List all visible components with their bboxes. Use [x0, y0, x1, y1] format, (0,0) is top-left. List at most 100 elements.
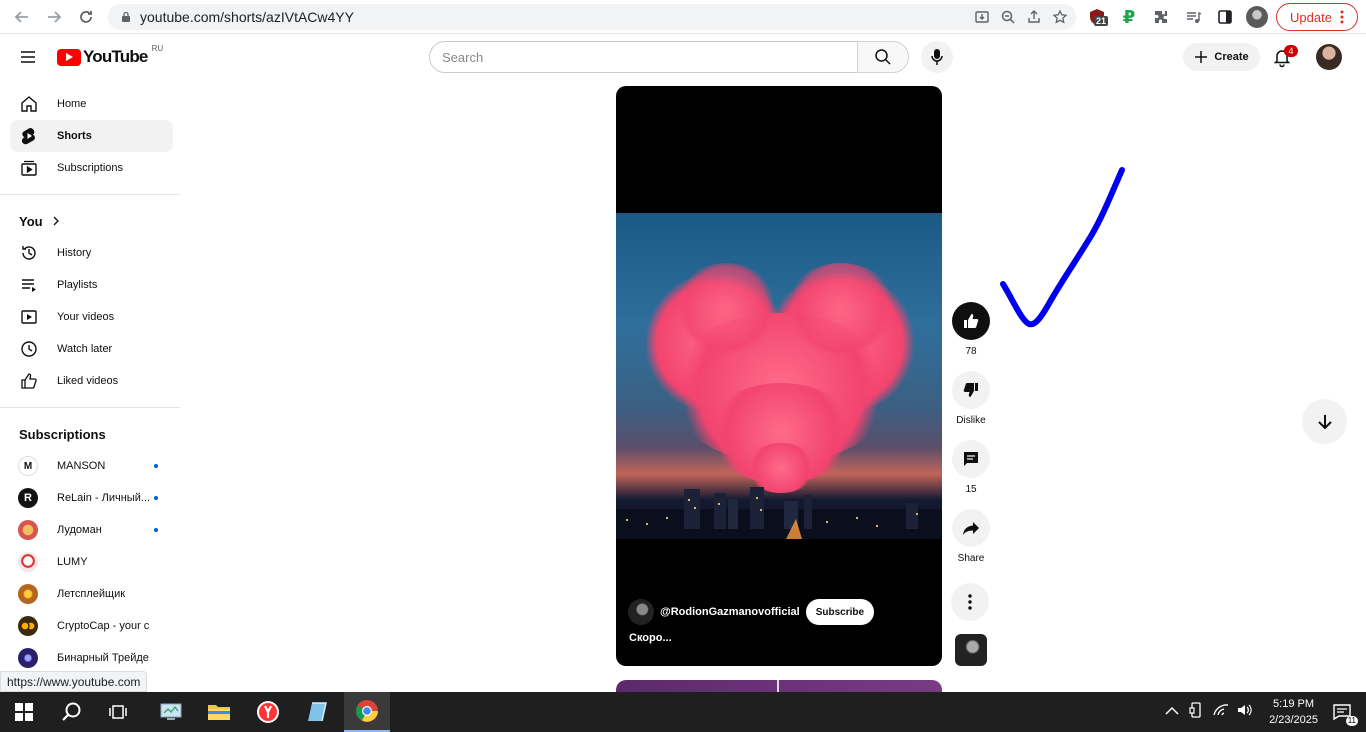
- shorts-icon: [19, 126, 39, 146]
- voice-search-button[interactable]: [921, 41, 953, 73]
- sidebar-subscriptions-heading: Subscriptions: [0, 418, 182, 450]
- channel-name: LUMY: [57, 556, 88, 568]
- youtube-play-icon: [57, 48, 81, 66]
- kebab-menu-icon: [1340, 10, 1344, 24]
- short-video-player[interactable]: @RodionGazmanovofficial Subscribe Скоро.…: [616, 86, 942, 666]
- sidebar-item-liked-videos[interactable]: Liked videos: [10, 365, 173, 397]
- link-status-tooltip: https://www.youtube.com: [0, 671, 148, 692]
- subscription-item[interactable]: LUMY: [10, 546, 173, 578]
- extension-ruble-icon[interactable]: ₽: [1118, 6, 1140, 28]
- region-code: RU: [151, 43, 164, 53]
- notification-badge: 4: [1284, 45, 1298, 57]
- sidebar-item-playlists[interactable]: Playlists: [10, 269, 173, 301]
- sidebar-item-shorts[interactable]: Shorts: [10, 120, 173, 152]
- subscription-item[interactable]: CryptoCap - your cr...: [10, 610, 173, 642]
- comments-action: 15: [951, 440, 991, 495]
- reload-icon[interactable]: [70, 1, 102, 33]
- yandex-browser-icon[interactable]: [246, 692, 290, 732]
- back-arrow-icon[interactable]: [6, 1, 38, 33]
- next-video-button[interactable]: [1302, 399, 1347, 444]
- notes-app-icon[interactable]: [295, 692, 339, 732]
- sidebar-item-watch-later[interactable]: Watch later: [10, 333, 173, 365]
- comments-button[interactable]: [952, 440, 990, 478]
- sidebar-item-label: Watch later: [57, 343, 113, 355]
- forward-arrow-icon[interactable]: [38, 1, 70, 33]
- sidebar-item-history[interactable]: History: [10, 237, 173, 269]
- task-view-icon[interactable]: [97, 692, 141, 732]
- zoom-icon[interactable]: [1000, 9, 1016, 25]
- dislike-label: Dislike: [956, 415, 986, 426]
- comment-count: 15: [965, 484, 977, 495]
- share-action: Share: [951, 509, 991, 564]
- short-channel-name[interactable]: @RodionGazmanovofficial: [660, 606, 800, 618]
- more-options-button[interactable]: [951, 583, 989, 621]
- browser-toolbar: youtube.com/shorts/azIVtACw4YY 21 ₽ Upda…: [0, 0, 1366, 34]
- sound-source-thumbnail[interactable]: [955, 634, 987, 666]
- sidebar-you-heading[interactable]: You: [0, 205, 182, 237]
- watch-later-icon: [19, 339, 39, 359]
- action-center-badge: 11: [1345, 716, 1358, 726]
- chrome-update-button[interactable]: Update: [1276, 3, 1358, 31]
- tray-device-icon[interactable]: [1189, 701, 1203, 723]
- new-content-dot: [154, 496, 158, 500]
- like-button[interactable]: [952, 302, 990, 340]
- side-panel-icon[interactable]: [1214, 6, 1236, 28]
- subscription-item[interactable]: Бинарный Трейдер: [10, 642, 173, 674]
- windows-start-icon[interactable]: [2, 692, 46, 732]
- sidebar-item-label: Home: [57, 98, 87, 110]
- sidebar-item-subscriptions[interactable]: Subscriptions: [10, 152, 173, 184]
- file-explorer-icon[interactable]: [197, 692, 241, 732]
- channel-avatar: [18, 648, 38, 668]
- create-button[interactable]: Create: [1183, 43, 1260, 71]
- extensions-puzzle-icon[interactable]: [1150, 6, 1172, 28]
- microphone-icon: [931, 49, 943, 65]
- clock-time: 5:19 PM: [1273, 698, 1315, 710]
- arrow-down-icon: [1317, 414, 1332, 429]
- comment-icon: [964, 452, 978, 466]
- sidebar-item-home[interactable]: Home: [10, 88, 173, 120]
- subscription-item[interactable]: M MANSON: [10, 450, 173, 482]
- search-button[interactable]: [857, 41, 909, 73]
- chrome-taskbar-icon[interactable]: [344, 692, 390, 732]
- like-count: 78: [965, 346, 977, 357]
- share-page-icon[interactable]: [1026, 9, 1042, 25]
- subscription-item[interactable]: Летсплейщик: [10, 578, 173, 610]
- subscription-item[interactable]: Лудоман: [10, 514, 173, 546]
- sidebar-divider: [0, 407, 180, 408]
- url-text: youtube.com/shorts/azIVtACw4YY: [140, 9, 354, 25]
- install-app-icon[interactable]: [974, 9, 990, 25]
- account-avatar[interactable]: [1316, 44, 1342, 70]
- drawn-check-mark: [1000, 167, 1125, 328]
- taskbar-search-icon[interactable]: [50, 692, 94, 732]
- lock-icon: [122, 11, 130, 22]
- like-action: 78: [951, 302, 991, 357]
- sidebar-item-label: Liked videos: [57, 375, 119, 387]
- youtube-logo[interactable]: YouTube RU: [57, 43, 164, 67]
- sidebar-item-your-videos[interactable]: Your videos: [10, 301, 173, 333]
- channel-avatar: R: [18, 488, 38, 508]
- profile-avatar-icon[interactable]: [1246, 6, 1268, 28]
- extension-shield-icon[interactable]: 21: [1086, 6, 1109, 28]
- channel-avatar[interactable]: [628, 599, 654, 625]
- subscription-item[interactable]: R ReLain - Личный...: [10, 482, 173, 514]
- thumbs-down-icon: [963, 383, 978, 397]
- address-bar[interactable]: youtube.com/shorts/azIVtACw4YY: [108, 4, 1076, 30]
- create-label: Create: [1214, 51, 1249, 63]
- taskbar-app-monitor-icon[interactable]: [149, 692, 193, 732]
- bookmark-star-icon[interactable]: [1052, 9, 1068, 25]
- subscribe-button[interactable]: Subscribe: [805, 599, 875, 625]
- media-controls-icon[interactable]: [1182, 6, 1204, 28]
- action-center-icon[interactable]: 11: [1330, 700, 1358, 726]
- wifi-icon[interactable]: [1213, 703, 1229, 722]
- channel-avatar: [18, 552, 38, 572]
- short-actions: 78 Dislike 15 Share: [951, 302, 991, 578]
- hamburger-menu-icon[interactable]: [16, 45, 40, 69]
- short-title[interactable]: Скоро...: [629, 632, 672, 644]
- share-button[interactable]: [952, 509, 990, 547]
- volume-icon[interactable]: [1237, 703, 1253, 722]
- search-input[interactable]: Search: [429, 41, 858, 73]
- taskbar-clock[interactable]: 5:19 PM 2/23/2025: [1269, 696, 1318, 728]
- dislike-button[interactable]: [952, 371, 990, 409]
- channel-avatar: [18, 584, 38, 604]
- tray-chevron-up-icon[interactable]: [1165, 703, 1179, 721]
